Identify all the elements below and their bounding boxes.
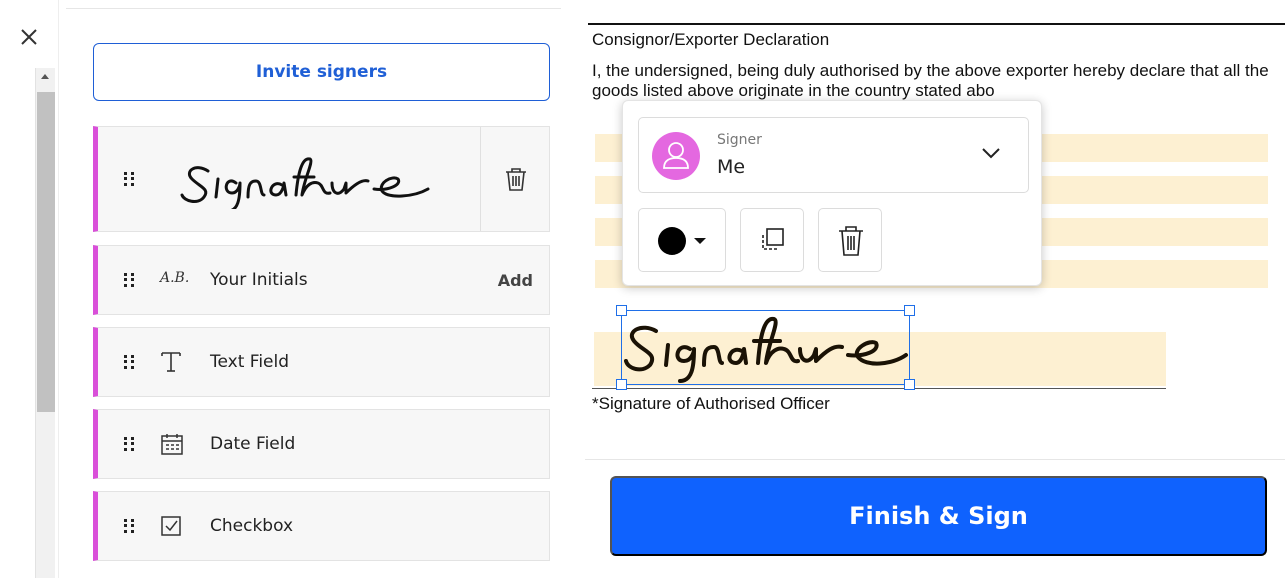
sidebar-item-label: Text Field — [210, 352, 290, 372]
chevron-down-icon[interactable] — [980, 145, 1002, 161]
sidebar-item-date-field[interactable]: Date Field — [93, 409, 550, 479]
color-swatch — [658, 227, 686, 255]
drag-handle-icon[interactable] — [124, 519, 134, 533]
user-icon — [663, 142, 689, 169]
resize-handle-bottom-left[interactable] — [616, 379, 627, 390]
scroll-up-arrow-icon[interactable] — [41, 74, 49, 79]
checkbox-icon — [160, 515, 182, 542]
duplicate-button[interactable] — [740, 208, 804, 272]
footer-divider — [585, 459, 1285, 460]
calendar-icon — [160, 432, 184, 461]
rail-divider — [58, 0, 59, 578]
copy-icon — [762, 228, 784, 250]
sidebar-item-label: Date Field — [210, 434, 296, 454]
text-icon — [160, 350, 182, 379]
signature-image — [624, 316, 908, 383]
ink-color-button[interactable] — [638, 208, 726, 272]
sidebar-item-text-field[interactable]: Text Field — [93, 327, 550, 397]
placed-signature[interactable] — [616, 305, 915, 390]
signature-caption: *Signature of Authorised Officer — [592, 394, 830, 413]
signer-caption: Signer — [717, 132, 762, 148]
panel-divider — [66, 8, 561, 9]
signer-value: Me — [717, 156, 746, 178]
resize-handle-top-left[interactable] — [616, 305, 627, 316]
delete-field-button[interactable] — [818, 208, 882, 272]
drag-handle-icon[interactable] — [124, 273, 134, 287]
signature-line — [592, 388, 1166, 389]
drag-handle-icon[interactable] — [124, 355, 134, 369]
sidebar-item-checkbox[interactable]: Checkbox — [93, 491, 550, 561]
scrollbar-thumb[interactable] — [37, 92, 55, 412]
signature-field-card[interactable] — [93, 126, 550, 232]
drag-handle-icon[interactable] — [124, 437, 134, 451]
resize-handle-bottom-right[interactable] — [904, 379, 915, 390]
drag-handle-icon[interactable] — [124, 172, 134, 186]
signature-preview — [180, 157, 430, 209]
document-rule — [588, 23, 1285, 25]
finish-and-sign-button[interactable]: Finish & Sign — [610, 476, 1267, 556]
caret-down-icon — [694, 238, 706, 244]
add-initials-button[interactable]: Add — [498, 271, 533, 290]
initials-icon: A.B. — [160, 270, 190, 286]
document-paragraph: I, the undersigned, being duly authorise… — [592, 61, 1269, 100]
trash-icon — [839, 226, 863, 256]
field-options-popover: Signer Me — [622, 100, 1042, 286]
resize-handle-top-right[interactable] — [904, 305, 915, 316]
card-divider — [480, 127, 481, 231]
signer-dropdown[interactable]: Signer Me — [638, 117, 1029, 193]
invite-signers-button[interactable]: Invite signers — [93, 43, 550, 101]
close-icon[interactable] — [14, 22, 44, 52]
sidebar-item-label: Checkbox — [210, 516, 294, 536]
avatar — [652, 132, 700, 180]
sidebar-item-label: Your Initials — [210, 270, 308, 290]
document-heading: Consignor/Exporter Declaration — [592, 30, 830, 49]
sidebar-item-initials[interactable]: A.B. Your Initials Add — [93, 245, 550, 315]
trash-icon[interactable] — [503, 165, 529, 193]
